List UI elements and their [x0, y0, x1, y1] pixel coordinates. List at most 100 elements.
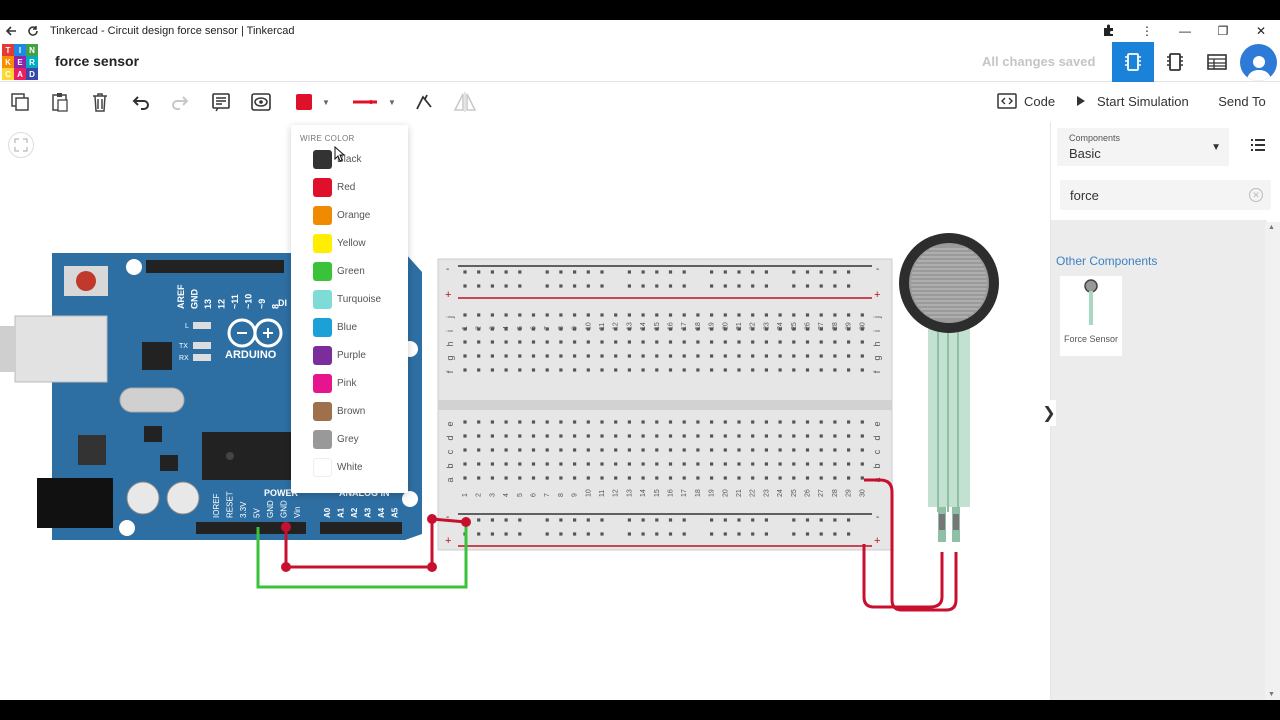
breadboard-hole[interactable] [504, 476, 508, 480]
breadboard-hole[interactable] [805, 340, 810, 344]
breadboard-hole[interactable] [518, 340, 522, 344]
breadboard-hole[interactable] [696, 313, 700, 317]
breadboard-hole[interactable] [764, 448, 768, 452]
breadboard-hole[interactable] [696, 420, 700, 424]
breadboard-hole[interactable] [573, 340, 577, 344]
breadboard-hole[interactable] [668, 434, 673, 438]
wire-color-option-green[interactable]: Green [313, 260, 403, 282]
breadboard-hole[interactable] [531, 476, 536, 480]
breadboard-hole[interactable] [545, 434, 549, 438]
breadboard-hole[interactable] [627, 420, 631, 424]
breadboard-hole[interactable] [668, 448, 673, 452]
breadboard-hole[interactable] [833, 420, 837, 424]
breadboard-hole[interactable] [490, 448, 494, 452]
breadboard-hole[interactable] [518, 270, 522, 274]
breadboard-hole[interactable] [751, 313, 755, 317]
breadboard-hole[interactable] [586, 284, 590, 288]
breadboard-hole[interactable] [764, 270, 768, 274]
breadboard-hole[interactable] [833, 532, 837, 536]
breadboard-hole[interactable] [778, 340, 782, 344]
breadboard-hole[interactable] [600, 284, 604, 288]
breadboard-hole[interactable] [477, 368, 481, 372]
breadboard-hole[interactable] [641, 340, 645, 344]
breadboard-hole[interactable] [805, 434, 810, 438]
project-title[interactable]: force sensor [55, 53, 139, 69]
breadboard-hole[interactable] [586, 313, 590, 317]
breadboard-hole[interactable] [723, 434, 727, 438]
breadboard-hole[interactable] [545, 462, 549, 466]
breadboard-hole[interactable] [614, 462, 618, 466]
breadboard-hole[interactable] [847, 476, 851, 480]
breadboard-hole[interactable] [504, 284, 508, 288]
breadboard-hole[interactable] [737, 340, 741, 344]
breadboard-hole[interactable] [764, 532, 768, 536]
breadboard-hole[interactable] [614, 476, 618, 480]
breadboard-hole[interactable] [504, 518, 508, 522]
breadboard-hole[interactable] [668, 368, 673, 372]
breadboard-hole[interactable] [682, 532, 686, 536]
breadboard-hole[interactable] [627, 313, 631, 317]
breadboard-hole[interactable] [668, 462, 673, 466]
breadboard-hole[interactable] [833, 354, 837, 358]
breadboard-hole[interactable] [600, 270, 604, 274]
breadboard-hole[interactable] [573, 284, 577, 288]
breadboard-hole[interactable] [723, 368, 727, 372]
kebab-menu-icon[interactable]: ⋮ [1128, 24, 1166, 38]
breadboard-hole[interactable] [518, 532, 522, 536]
breadboard-hole[interactable] [518, 368, 522, 372]
breadboard-hole[interactable] [805, 420, 810, 424]
wire-color-option-white[interactable]: White [313, 456, 403, 478]
breadboard-hole[interactable] [682, 448, 686, 452]
breadboard-hole[interactable] [627, 532, 631, 536]
breadboard-hole[interactable] [477, 518, 481, 522]
breadboard-hole[interactable] [668, 313, 673, 317]
breadboard-hole[interactable] [586, 448, 590, 452]
breadboard-hole[interactable] [545, 476, 549, 480]
minimize-icon[interactable]: — [1166, 24, 1204, 38]
breadboard-hole[interactable] [531, 368, 536, 372]
breadboard-hole[interactable] [518, 518, 522, 522]
breadboard-hole[interactable] [710, 532, 714, 536]
breadboard-hole[interactable] [682, 368, 686, 372]
breadboard-hole[interactable] [737, 313, 741, 317]
breadboard-hole[interactable] [600, 532, 604, 536]
breadboard-hole[interactable] [696, 462, 700, 466]
breadboard-hole[interactable] [559, 270, 563, 274]
breadboard-hole[interactable] [600, 476, 604, 480]
breadboard-hole[interactable] [710, 476, 714, 480]
breadboard-hole[interactable] [655, 313, 659, 317]
breadboard-hole[interactable] [710, 368, 714, 372]
breadboard-hole[interactable] [641, 270, 645, 274]
breadboard-hole[interactable] [819, 313, 823, 317]
breadboard-hole[interactable] [477, 270, 481, 274]
breadboard-hole[interactable] [655, 420, 659, 424]
breadboard-hole[interactable] [641, 434, 645, 438]
breadboard-hole[interactable] [641, 448, 645, 452]
breadboard-hole[interactable] [504, 368, 508, 372]
breadboard-hole[interactable] [682, 270, 686, 274]
breadboard-hole[interactable] [600, 448, 604, 452]
breadboard-hole[interactable] [751, 284, 755, 288]
breadboard-hole[interactable] [751, 354, 755, 358]
reload-icon[interactable] [22, 20, 44, 42]
breadboard-hole[interactable] [545, 448, 549, 452]
breadboard-hole[interactable] [627, 476, 631, 480]
wire-bend-point[interactable] [427, 514, 437, 524]
delete-icon[interactable] [88, 90, 112, 114]
breadboard-hole[interactable] [586, 368, 590, 372]
force-sensor[interactable] [899, 233, 999, 542]
breadboard-hole[interactable] [819, 270, 823, 274]
breadboard-hole[interactable] [518, 448, 522, 452]
breadboard-hole[interactable] [805, 270, 810, 274]
breadboard-hole[interactable] [778, 368, 782, 372]
start-simulation-button[interactable]: Start Simulation [1066, 88, 1200, 114]
breadboard-hole[interactable] [819, 354, 823, 358]
breadboard-hole[interactable] [847, 284, 851, 288]
breadboard-hole[interactable] [559, 434, 563, 438]
wire-bend-point[interactable] [281, 562, 291, 572]
breadboard-hole[interactable] [751, 518, 755, 522]
breadboard-hole[interactable] [463, 476, 467, 480]
breadboard-hole[interactable] [641, 368, 645, 372]
breadboard-hole[interactable] [477, 354, 481, 358]
breadboard-hole[interactable] [463, 420, 467, 424]
